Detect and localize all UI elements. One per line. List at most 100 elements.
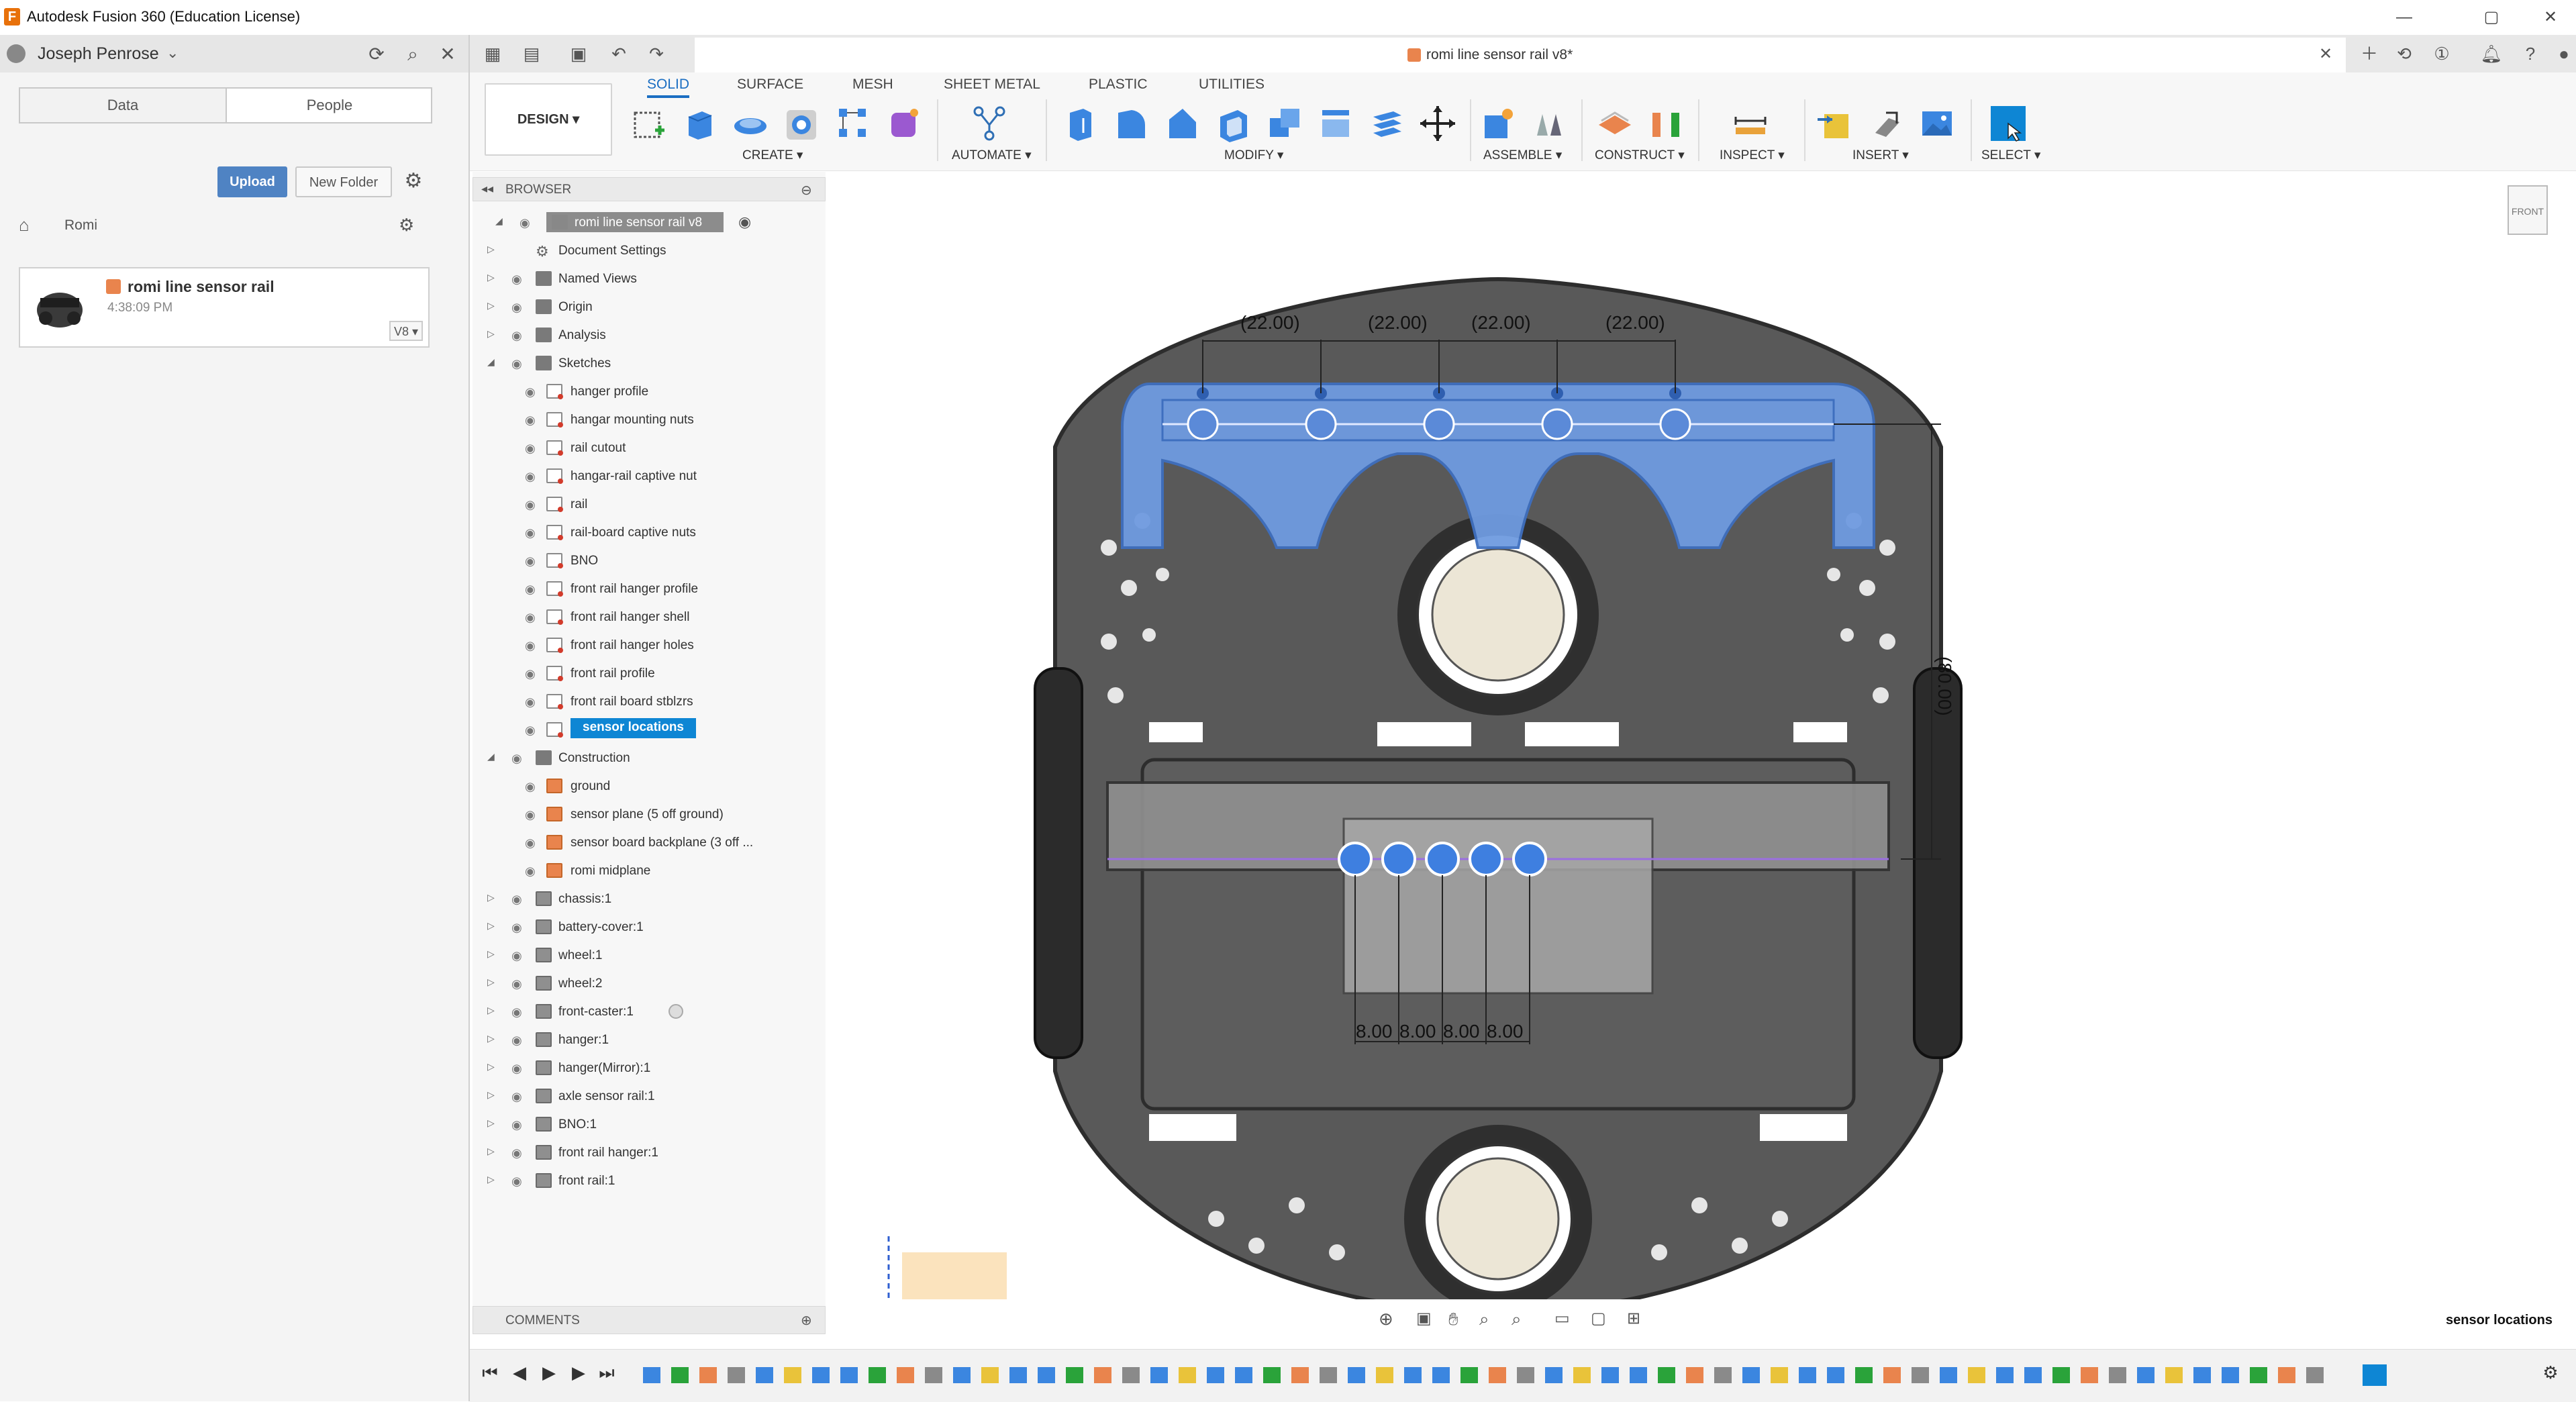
- redo-icon[interactable]: ↷: [642, 42, 671, 66]
- timeline-feature[interactable]: [1404, 1367, 1422, 1383]
- visibility-eye-icon[interactable]: ◉: [525, 808, 542, 821]
- visibility-eye-icon[interactable]: ◉: [511, 752, 529, 765]
- visibility-eye-icon[interactable]: ◉: [511, 1090, 529, 1103]
- visibility-eye-icon[interactable]: ◉: [525, 780, 542, 793]
- visibility-eye-icon[interactable]: ◉: [525, 498, 542, 511]
- visibility-eye-icon[interactable]: ◉: [525, 413, 542, 427]
- measure-icon[interactable]: [1730, 103, 1771, 144]
- timeline-feature[interactable]: [1376, 1367, 1393, 1383]
- browser-item[interactable]: ◉ front rail board stblzrs: [473, 689, 826, 715]
- step-forward-icon[interactable]: ▶: [566, 1360, 591, 1385]
- timeline-feature[interactable]: [1855, 1367, 1873, 1383]
- browser-item[interactable]: ▷ ◉ Origin: [473, 294, 826, 321]
- grid-apps-icon[interactable]: ▦: [478, 42, 507, 66]
- insert-derive-icon[interactable]: [1815, 103, 1855, 144]
- timeline-settings-icon[interactable]: ⚙: [2538, 1360, 2563, 1385]
- visibility-eye-icon[interactable]: ◉: [525, 836, 542, 850]
- browser-item[interactable]: ▷ ⚙ Document Settings: [473, 238, 826, 264]
- refresh-icon[interactable]: ⟳: [365, 43, 388, 66]
- browser-item[interactable]: ▷ ◉ front rail:1: [473, 1168, 826, 1195]
- browser-header[interactable]: ◂◂ BROWSER ⊖: [473, 177, 826, 201]
- browser-item[interactable]: ▷ ◉ wheel:1: [473, 942, 826, 969]
- comments-panel[interactable]: COMMENTS ⊕: [473, 1306, 826, 1334]
- expand-triangle-icon[interactable]: ▷: [487, 1174, 497, 1185]
- expand-triangle-icon[interactable]: ▷: [487, 1005, 497, 1015]
- timeline-feature[interactable]: [671, 1367, 689, 1383]
- timeline-feature[interactable]: [1094, 1367, 1111, 1383]
- visibility-eye-icon[interactable]: ◉: [525, 442, 542, 455]
- tab-plastic[interactable]: PLASTIC: [1089, 77, 1148, 93]
- search-icon[interactable]: ⌕: [401, 43, 424, 66]
- visibility-eye-icon[interactable]: ◉: [511, 301, 529, 314]
- expand-triangle-icon[interactable]: ◢: [487, 751, 497, 762]
- dimension-label-top-4[interactable]: (22.00): [1605, 312, 1665, 333]
- timeline-feature[interactable]: [812, 1367, 830, 1383]
- tab-people[interactable]: People: [226, 89, 432, 122]
- timeline-feature[interactable]: [1038, 1367, 1055, 1383]
- timeline-feature[interactable]: [1320, 1367, 1337, 1383]
- browser-item[interactable]: ◉ front rail hanger shell: [473, 604, 826, 631]
- close-tab-icon[interactable]: ✕: [2319, 44, 2332, 64]
- add-comment-icon[interactable]: ⊕: [801, 1312, 812, 1329]
- help-icon[interactable]: ?: [2516, 42, 2545, 66]
- new-tab-icon[interactable]: ＋: [2355, 42, 2384, 66]
- timeline-feature[interactable]: [643, 1367, 660, 1383]
- visibility-eye-icon[interactable]: ◉: [511, 949, 529, 962]
- gear-icon[interactable]: ⚙: [400, 168, 427, 195]
- joint-icon[interactable]: [1529, 103, 1569, 144]
- insert-mesh-icon[interactable]: [1866, 103, 1906, 144]
- expand-triangle-icon[interactable]: ▷: [487, 1146, 497, 1156]
- expand-triangle-icon[interactable]: ▷: [487, 1117, 497, 1128]
- expand-triangle-icon[interactable]: ▷: [487, 948, 497, 959]
- fit-icon[interactable]: ⌕: [1512, 1309, 1522, 1330]
- browser-item[interactable]: ▷ ◉ BNO:1: [473, 1111, 826, 1138]
- dimension-label-top-3[interactable]: (22.00): [1471, 312, 1531, 333]
- visibility-eye-icon[interactable]: ◉: [525, 526, 542, 540]
- look-at-icon[interactable]: ▣: [1416, 1309, 1432, 1328]
- dimension-label-vertical[interactable]: (80.00): [1934, 656, 1955, 716]
- undo-icon[interactable]: ↶: [604, 42, 634, 66]
- timeline-feature[interactable]: [1714, 1367, 1732, 1383]
- timeline-features[interactable]: [638, 1362, 2423, 1389]
- browser-item[interactable]: ▷ ◉ front rail hanger:1: [473, 1140, 826, 1166]
- timeline-feature[interactable]: [1517, 1367, 1534, 1383]
- visibility-eye-icon[interactable]: ◉: [511, 1034, 529, 1047]
- timeline-feature[interactable]: [1573, 1367, 1591, 1383]
- visibility-eye-icon[interactable]: ◉: [511, 272, 529, 286]
- expand-triangle-icon[interactable]: ▷: [487, 244, 497, 254]
- timeline-feature[interactable]: [1066, 1367, 1083, 1383]
- timeline-feature[interactable]: [1460, 1367, 1478, 1383]
- browser-item[interactable]: ◢ ◉ Sketches: [473, 350, 826, 377]
- timeline-feature[interactable]: [1179, 1367, 1196, 1383]
- timeline-feature[interactable]: [2306, 1367, 2324, 1383]
- visibility-eye-icon[interactable]: ◉: [511, 1062, 529, 1075]
- timeline-feature[interactable]: [1827, 1367, 1844, 1383]
- visibility-eye-icon[interactable]: ◉: [511, 329, 529, 342]
- timeline-feature[interactable]: [1009, 1367, 1027, 1383]
- timeline-feature[interactable]: [1658, 1367, 1675, 1383]
- breadcrumb-folder[interactable]: Romi: [64, 217, 97, 234]
- browser-item[interactable]: ◉ front rail hanger holes: [473, 632, 826, 659]
- timeline-feature[interactable]: [2165, 1367, 2183, 1383]
- tab-mesh[interactable]: MESH: [852, 77, 893, 93]
- visibility-eye-icon[interactable]: ◉: [525, 639, 542, 652]
- timeline-feature[interactable]: [2081, 1367, 2098, 1383]
- user-name[interactable]: Joseph Penrose: [38, 44, 159, 64]
- browser-item[interactable]: ▷ ◉ Analysis: [473, 322, 826, 349]
- visibility-eye-icon[interactable]: ◉: [525, 385, 542, 399]
- inspect-menu[interactable]: INSPECT ▾: [1720, 148, 1785, 163]
- timeline-feature[interactable]: [869, 1367, 886, 1383]
- browser-item[interactable]: ▷ ◉ axle sensor rail:1: [473, 1083, 826, 1110]
- new-component-icon[interactable]: [1478, 103, 1518, 144]
- step-back-icon[interactable]: ◀: [507, 1360, 532, 1385]
- chamfer-icon[interactable]: [1162, 103, 1203, 144]
- browser-item[interactable]: ◉ ground: [473, 773, 826, 800]
- fillet-icon[interactable]: [1111, 103, 1152, 144]
- browser-item[interactable]: ◉ rail cutout: [473, 435, 826, 462]
- browser-item[interactable]: ▷ ◉ hanger:1: [473, 1027, 826, 1054]
- go-to-end-icon[interactable]: ⏭: [595, 1360, 619, 1385]
- timeline-feature[interactable]: [953, 1367, 971, 1383]
- select-icon[interactable]: [1988, 103, 2028, 144]
- orbit-icon[interactable]: ⊕: [1379, 1309, 1393, 1330]
- browser-item[interactable]: ◉ front rail profile: [473, 660, 826, 687]
